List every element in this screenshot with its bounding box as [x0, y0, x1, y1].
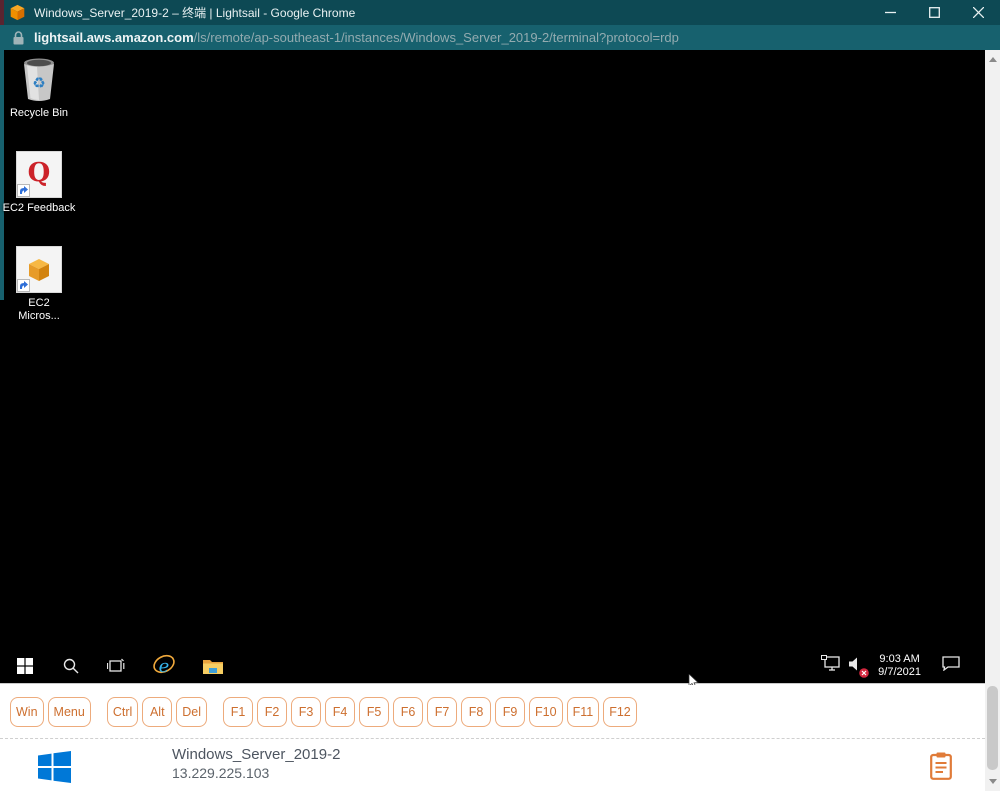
svg-text:e: e [159, 656, 170, 677]
windows-start-icon [17, 658, 33, 674]
file-explorer-icon [203, 658, 223, 675]
scroll-up-button[interactable] [985, 52, 1000, 67]
url-domain: lightsail.aws.amazon.com [34, 30, 194, 45]
key-f4[interactable]: F4 [325, 697, 355, 727]
minimize-button[interactable] [868, 0, 912, 25]
shortcut-arrow-icon [17, 184, 30, 197]
search-icon [63, 658, 79, 674]
key-f9[interactable]: F9 [495, 697, 525, 727]
windows-taskbar: e [0, 649, 985, 683]
internet-explorer-button[interactable]: e [152, 649, 176, 683]
window-controls [868, 0, 1000, 25]
key-menu[interactable]: Menu [48, 697, 91, 727]
url-path: /ls/remote/ap-southeast-1/instances/Wind… [194, 30, 679, 45]
lock-icon [13, 31, 24, 45]
svg-text:♻: ♻ [32, 74, 45, 92]
taskbar-search-button[interactable] [59, 649, 83, 683]
action-center-button[interactable] [942, 656, 960, 676]
ec2-microsoft-icon [16, 246, 62, 293]
file-explorer-button[interactable] [201, 649, 225, 683]
browser-titlebar: Windows_Server_2019-2 – 终端 | Lightsail -… [0, 0, 1000, 25]
key-alt[interactable]: Alt [142, 697, 172, 727]
network-tray-button[interactable] [821, 655, 840, 677]
qualtrics-q-icon: Q [28, 158, 51, 188]
desktop-icon-label: EC2 Feedback [3, 202, 76, 215]
volume-tray-button[interactable] [849, 657, 865, 676]
desktop-icon-ec2-microsoft[interactable]: EC2Micros... [0, 246, 78, 323]
scrollbar-thumb[interactable] [987, 686, 998, 770]
taskbar-clock[interactable]: 9:03 AM 9/7/2021 [878, 653, 921, 679]
action-center-icon [942, 656, 960, 671]
clipboard-button[interactable] [927, 750, 955, 782]
mute-badge-icon [859, 668, 869, 678]
task-view-button[interactable] [104, 649, 128, 683]
lightsail-terminal-page: ♻ Recycle Bin Q EC2 Feedback [0, 50, 1000, 791]
key-f11[interactable]: F11 [567, 697, 600, 727]
windows-logo-icon [38, 751, 71, 783]
network-icon [821, 655, 840, 672]
key-f7[interactable]: F7 [427, 697, 457, 727]
scroll-down-button[interactable] [985, 774, 1000, 789]
url-text: lightsail.aws.amazon.com/ls/remote/ap-so… [34, 30, 679, 45]
desktop-icon-label: EC2Micros... [18, 297, 60, 323]
maximize-button[interactable] [912, 0, 956, 25]
url-bar[interactable]: lightsail.aws.amazon.com/ls/remote/ap-so… [0, 25, 1000, 50]
chrome-window: Windows_Server_2019-2 – 终端 | Lightsail -… [0, 0, 1000, 791]
clipboard-icon [930, 752, 952, 780]
key-f1[interactable]: F1 [223, 697, 253, 727]
key-win[interactable]: Win [10, 697, 44, 727]
desktop-icon-label: Recycle Bin [10, 107, 68, 120]
system-tray: 9:03 AM 9/7/2021 [821, 649, 960, 683]
virtual-keyboard-bar: Win Menu Ctrl Alt Del F1 F2 F3 F4 F5 F6 … [0, 685, 985, 738]
page-scrollbar[interactable] [985, 50, 1000, 791]
ec2-feedback-icon: Q [16, 151, 62, 198]
start-button[interactable] [13, 649, 37, 683]
desktop-icon-recycle-bin[interactable]: ♻ Recycle Bin [0, 55, 78, 120]
key-f8[interactable]: F8 [461, 697, 491, 727]
key-f5[interactable]: F5 [359, 697, 389, 727]
desktop-icon-ec2-feedback[interactable]: Q EC2 Feedback [0, 151, 78, 215]
internet-explorer-icon: e [152, 654, 176, 678]
key-f10[interactable]: F10 [529, 697, 563, 727]
window-edge-strip [0, 0, 4, 25]
task-view-icon [107, 658, 125, 674]
lightsail-favicon-icon [9, 4, 26, 21]
key-f12[interactable]: F12 [603, 697, 637, 727]
key-f2[interactable]: F2 [257, 697, 287, 727]
key-del[interactable]: Del [176, 697, 207, 727]
clock-time: 9:03 AM [878, 653, 921, 666]
key-f3[interactable]: F3 [291, 697, 321, 727]
remote-desktop-screen[interactable]: ♻ Recycle Bin Q EC2 Feedback [0, 50, 985, 684]
close-button[interactable] [956, 0, 1000, 25]
instance-name: Windows_Server_2019-2 [172, 746, 340, 763]
recycle-bin-icon: ♻ [18, 55, 60, 103]
key-ctrl[interactable]: Ctrl [107, 697, 138, 727]
clock-date: 9/7/2021 [878, 666, 921, 679]
shortcut-arrow-icon [17, 279, 30, 292]
instance-info-bar: Windows_Server_2019-2 13.229.225.103 [0, 738, 985, 791]
instance-ip: 13.229.225.103 [172, 765, 269, 781]
key-f6[interactable]: F6 [393, 697, 423, 727]
window-title: Windows_Server_2019-2 – 终端 | Lightsail -… [34, 4, 355, 21]
